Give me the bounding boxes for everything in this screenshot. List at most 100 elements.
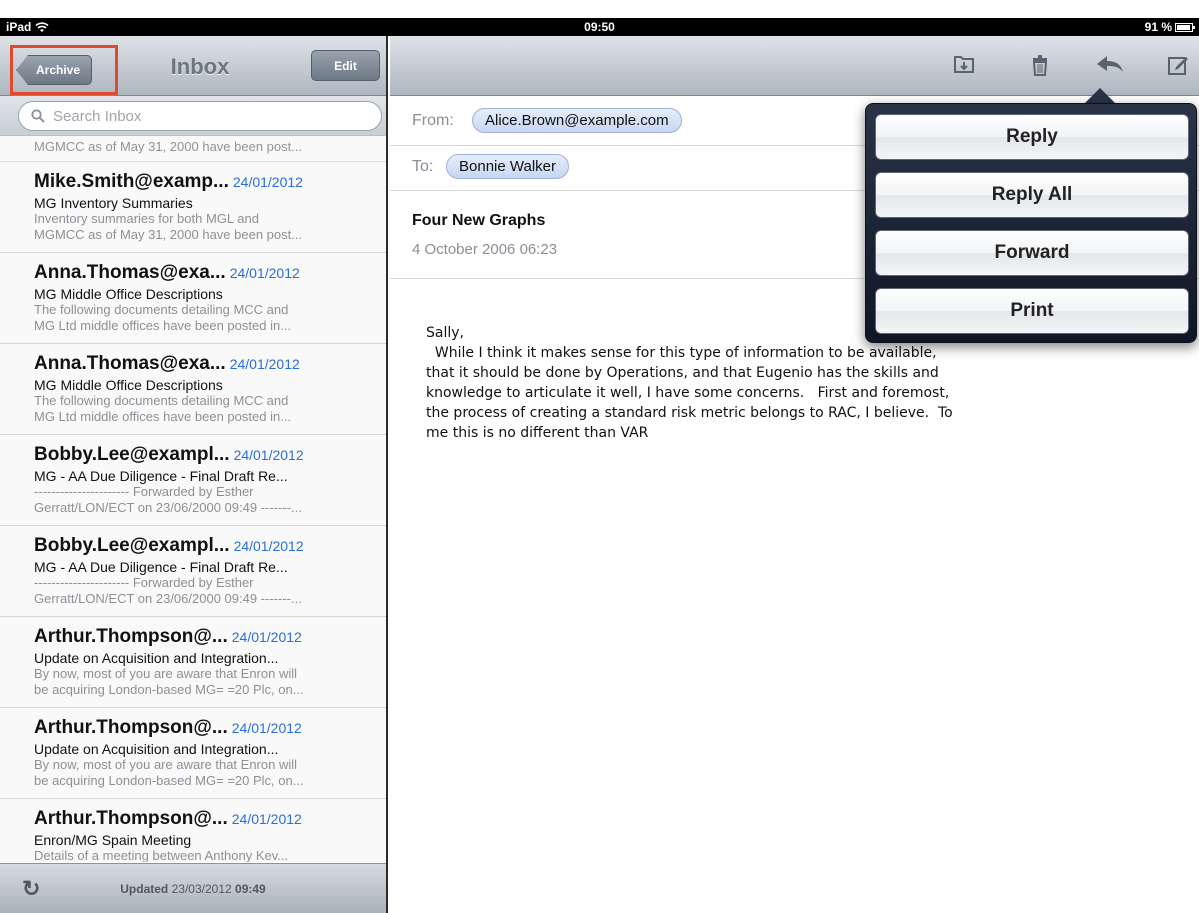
list-item-sender: Mike.Smith@examp... (34, 171, 229, 192)
list-item-sender: Anna.Thomas@exa... (34, 353, 226, 374)
from-label: From: (412, 112, 454, 129)
detail-toolbar (390, 36, 1199, 96)
list-item-preview: Details of a meeting between Anthony Kev… (34, 848, 368, 862)
list-item-header: Arthur.Thompson@... 24/01/2012 (34, 717, 368, 739)
list-item-preview-line1: Inventory summaries for both MGL and (34, 211, 259, 226)
reply-all-button[interactable]: Reply All (875, 172, 1189, 218)
list-item-header: Anna.Thomas@exa... 24/01/2012 (34, 262, 368, 284)
message-list[interactable]: MGMCC as of May 31, 2000 have been post.… (0, 136, 386, 862)
list-item-header: Mike.Smith@examp... 24/01/2012 (34, 171, 368, 193)
list-item-preview-line1: The following documents detailing MCC an… (34, 393, 289, 408)
list-item-preview-line2: Gerratt/LON/ECT on 23/06/2000 09:49 ----… (34, 591, 302, 606)
list-item-preview-line2: Gerratt/LON/ECT on 23/06/2000 09:49 ----… (34, 500, 302, 515)
list-item[interactable]: Arthur.Thompson@... 24/01/2012 Update on A… (0, 708, 386, 799)
list-item[interactable]: Bobby.Lee@exampl... 24/01/2012 MG - AA Due… (0, 526, 386, 617)
archive-back-button[interactable]: Archive (16, 55, 92, 85)
list-item-preview: The following documents detailing MCC an… (34, 302, 368, 334)
to-label: To: (412, 158, 434, 175)
list-item-preview-line2: MGMCC as of May 31, 2000 have been post.… (34, 227, 303, 242)
message-date: 4 October 2006 06:23 (412, 241, 558, 258)
battery-percent: 91 % (1144, 20, 1172, 34)
updated-label: Updated (120, 882, 169, 896)
search-field[interactable] (18, 101, 382, 131)
status-time: 09:50 (584, 20, 615, 34)
list-item-header: Bobby.Lee@exampl... 24/01/2012 (34, 535, 368, 557)
list-item-preview-line2: MG Ltd middle offices have been posted i… (34, 318, 292, 333)
list-item-preview-line2: MG Ltd middle offices have been posted i… (34, 409, 292, 424)
list-item-preview-line1: Details of a meeting between Anthony Kev… (34, 848, 289, 862)
list-item-preview: By now, most of you are aware that Enron… (34, 757, 368, 789)
status-right: 91 % (1144, 20, 1195, 34)
list-item-preview-line2: be acquiring London-based MG= =20 Plc, o… (34, 773, 304, 788)
list-item-sender: Bobby.Lee@exampl... (34, 444, 230, 465)
list-item-date: 24/01/2012 (231, 720, 302, 736)
list-item-header: Bobby.Lee@exampl... 24/01/2012 (34, 444, 368, 466)
compose-icon[interactable] (1166, 54, 1190, 78)
list-item[interactable]: Anna.Thomas@exa... 24/01/2012 MG Middle Of… (0, 253, 386, 344)
list-item-sender: Anna.Thomas@exa... (34, 262, 226, 283)
move-folder-icon[interactable] (952, 54, 976, 78)
list-item[interactable]: Bobby.Lee@exampl... 24/01/2012 MG - AA Due… (0, 435, 386, 526)
list-item[interactable]: Arthur.Thompson@... 24/01/2012 Update on A… (0, 617, 386, 708)
list-item-subject: MG - AA Due Diligence - Final Draft Re..… (34, 559, 288, 575)
list-item-subject: MG Middle Office Descriptions (34, 377, 223, 393)
search-input[interactable] (53, 107, 353, 125)
list-item-date: 24/01/2012 (231, 629, 302, 645)
list-item-header: Arthur.Thompson@... 24/01/2012 (34, 626, 368, 648)
list-item-subject: Enron/MG Spain Meeting (34, 832, 192, 848)
print-button[interactable]: Print (875, 288, 1189, 334)
list-item-preview: The following documents detailing MCC an… (34, 393, 368, 425)
list-item-subject: MG Inventory Summaries (34, 195, 193, 211)
list-item-preview: ---------------------- Forwarded by Esth… (34, 575, 368, 607)
trash-icon[interactable] (1028, 54, 1052, 78)
reply-button[interactable]: Reply (875, 114, 1189, 160)
list-item-date: 24/01/2012 (232, 174, 303, 190)
list-item-subject: MG Middle Office Descriptions (34, 286, 223, 302)
list-item[interactable]: Mike.Smith@examp... 24/01/2012 MG Inventor… (0, 162, 386, 253)
search-bar (0, 96, 386, 136)
list-item-preview-line1: ---------------------- Forwarded by Esth… (34, 575, 254, 590)
from-address-chip[interactable]: Alice.Brown@example.com (472, 108, 682, 133)
forward-button[interactable]: Forward (875, 230, 1189, 276)
list-item-date: 24/01/2012 (229, 356, 300, 372)
battery-icon (1175, 22, 1195, 32)
list-item-preview: By now, most of you are aware that Enron… (34, 666, 368, 698)
list-item[interactable]: Arthur.Thompson@... 24/01/2012 Enron/MG Sp… (0, 799, 386, 862)
list-item-subject: MG - AA Due Diligence - Final Draft Re..… (34, 468, 288, 484)
list-item-sender: Arthur.Thompson@... (34, 717, 228, 738)
mailbox-pane: Archive Inbox Edit MGMCC as of May 31, 2… (0, 36, 388, 913)
popover-arrow (1084, 88, 1116, 104)
list-item-date: 24/01/2012 (231, 811, 302, 827)
list-item-sender: Arthur.Thompson@... (34, 808, 228, 829)
list-item-sender: Bobby.Lee@exampl... (34, 535, 230, 556)
edit-button[interactable]: Edit (311, 50, 380, 81)
list-item-preview-line2: be acquiring London-based MG= =20 Plc, o… (34, 682, 304, 697)
list-item-preview-line1: By now, most of you are aware that Enron… (34, 666, 298, 681)
list-item-preview: ---------------------- Forwarded by Esth… (34, 484, 368, 516)
search-icon (31, 109, 45, 123)
reply-icon[interactable] (1094, 54, 1126, 78)
list-item-preview-line1: The following documents detailing MCC an… (34, 302, 289, 317)
bottom-toolbar: ↻ Updated 23/03/2012 09:49 (0, 863, 386, 913)
updated-status: Updated 23/03/2012 09:49 (0, 882, 386, 896)
list-item-header: Anna.Thomas@exa... 24/01/2012 (34, 353, 368, 375)
list-item[interactable]: Anna.Thomas@exa... 24/01/2012 MG Middle Of… (0, 344, 386, 435)
list-item-partial[interactable]: MGMCC as of May 31, 2000 have been post.… (0, 136, 386, 162)
updated-date: 23/03/2012 (171, 882, 232, 896)
list-item-date: 24/01/2012 (233, 447, 304, 463)
list-item-subject: Update on Acquisition and Integration... (34, 741, 279, 757)
list-item-date: 24/01/2012 (233, 538, 304, 554)
inbox-navbar: Archive Inbox Edit (0, 36, 386, 96)
list-item-preview-line1: ---------------------- Forwarded by Esth… (34, 484, 254, 499)
list-item-date: 24/01/2012 (229, 265, 300, 281)
list-item-header: Arthur.Thompson@... 24/01/2012 (34, 808, 368, 830)
list-item-sender: Arthur.Thompson@... (34, 626, 228, 647)
list-item-subject: Update on Acquisition and Integration... (34, 650, 279, 666)
reply-popover: Reply Reply All Forward Print (865, 103, 1197, 343)
list-item-preview-line1: By now, most of you are aware that Enron… (34, 757, 298, 772)
message-subject: Four New Graphs (412, 212, 546, 229)
updated-time: 09:49 (235, 882, 266, 896)
status-bar: iPad 09:50 91 % (0, 18, 1199, 36)
list-item-preview: Inventory summaries for both MGL and MGMC… (34, 211, 368, 243)
to-recipient-chip[interactable]: Bonnie Walker (446, 154, 569, 179)
